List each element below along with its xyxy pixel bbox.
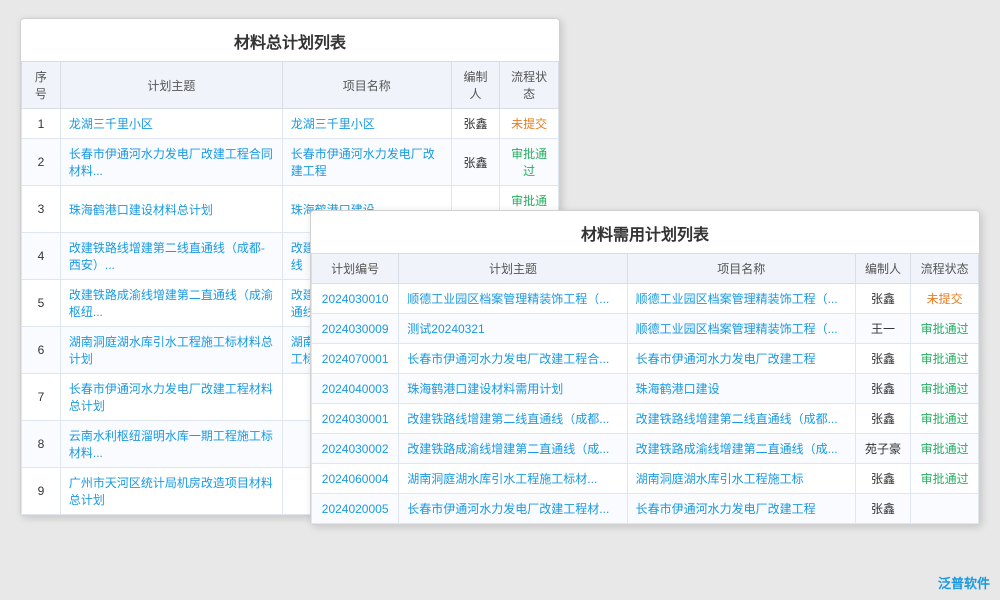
table2-cell-1: 湖南洞庭湖水库引水工程施工标材... (399, 464, 627, 494)
table2-cell-4: 审批通过 (911, 314, 979, 344)
table1-cell-1: 珠海鹤港口建设材料总计划 (60, 186, 282, 233)
table-row[interactable]: 2024030010顺德工业园区档案管理精装饰工程（...顺德工业园区档案管理精… (312, 284, 979, 314)
table1-cell-2: 长春市伊通河水力发电厂改建工程 (282, 139, 451, 186)
table2-cell-2: 改建铁路线增建第二线直通线（成都... (627, 404, 855, 434)
table1-cell-0: 8 (22, 421, 61, 468)
table2-cell-0: 2024030001 (312, 404, 399, 434)
table1-cell-4: 审批通过 (500, 139, 559, 186)
table2-cell-1: 顺德工业园区档案管理精装饰工程（... (399, 284, 627, 314)
table-row[interactable]: 2024060004湖南洞庭湖水库引水工程施工标材...湖南洞庭湖水库引水工程施… (312, 464, 979, 494)
table2-cell-0: 2024070001 (312, 344, 399, 374)
table2-cell-0: 2024060004 (312, 464, 399, 494)
table1-cell-1: 云南水利枢纽溜明水库一期工程施工标材料... (60, 421, 282, 468)
table2-cell-0: 2024030010 (312, 284, 399, 314)
table2-cell-1: 测试20240321 (399, 314, 627, 344)
table-row[interactable]: 2024030009测试20240321顺德工业园区档案管理精装饰工程（...王… (312, 314, 979, 344)
table2-cell-3: 张鑫 (855, 344, 910, 374)
table-row[interactable]: 2024030001改建铁路线增建第二线直通线（成都...改建铁路线增建第二线直… (312, 404, 979, 434)
table2-cell-3: 张鑫 (855, 374, 910, 404)
table2-cell-4: 审批通过 (911, 344, 979, 374)
table2-cell-4: 审批通过 (911, 434, 979, 464)
table1-title: 材料总计划列表 (21, 19, 559, 61)
table1-cell-4: 未提交 (500, 109, 559, 139)
watermark: 泛普软件 (938, 573, 990, 592)
table-row[interactable]: 1龙湖三千里小区龙湖三千里小区张鑫未提交 (22, 109, 559, 139)
table2: 计划编号 计划主题 项目名称 编制人 流程状态 2024030010顺德工业园区… (311, 253, 979, 524)
table2-container: 材料需用计划列表 计划编号 计划主题 项目名称 编制人 流程状态 2024030… (310, 210, 980, 525)
table1-cell-1: 长春市伊通河水力发电厂改建工程合同材料... (60, 139, 282, 186)
table2-cell-4: 审批通过 (911, 404, 979, 434)
table1-cell-3: 张鑫 (451, 139, 500, 186)
table2-cell-4: 审批通过 (911, 464, 979, 494)
table1-cell-0: 7 (22, 374, 61, 421)
table2-cell-1: 长春市伊通河水力发电厂改建工程材... (399, 494, 627, 524)
table1-cell-0: 1 (22, 109, 61, 139)
table2-cell-0: 2024030009 (312, 314, 399, 344)
table1-cell-3: 张鑫 (451, 109, 500, 139)
table1-cell-0: 6 (22, 327, 61, 374)
table2-cell-4: 未提交 (911, 284, 979, 314)
table1-cell-0: 3 (22, 186, 61, 233)
table2-cell-4 (911, 494, 979, 524)
table-row[interactable]: 2024020005长春市伊通河水力发电厂改建工程材...长春市伊通河水力发电厂… (312, 494, 979, 524)
table2-col-status: 流程状态 (911, 254, 979, 284)
table1-cell-0: 2 (22, 139, 61, 186)
table2-cell-0: 2024030002 (312, 434, 399, 464)
table1-col-id: 序号 (22, 62, 61, 109)
table1-cell-0: 5 (22, 280, 61, 327)
table1-cell-1: 长春市伊通河水力发电厂改建工程材料总计划 (60, 374, 282, 421)
table1-cell-1: 改建铁路线增建第二线直通线（成都-西安）... (60, 233, 282, 280)
table2-cell-2: 长春市伊通河水力发电厂改建工程 (627, 494, 855, 524)
table1-col-status: 流程状态 (500, 62, 559, 109)
table2-cell-3: 王一 (855, 314, 910, 344)
table2-cell-4: 审批通过 (911, 374, 979, 404)
table2-cell-3: 张鑫 (855, 494, 910, 524)
table-row[interactable]: 2024040003珠海鹤港口建设材料需用计划珠海鹤港口建设张鑫审批通过 (312, 374, 979, 404)
table2-cell-1: 珠海鹤港口建设材料需用计划 (399, 374, 627, 404)
table2-col-editor: 编制人 (855, 254, 910, 284)
table1-header-row: 序号 计划主题 项目名称 编制人 流程状态 (22, 62, 559, 109)
table-row[interactable]: 2024030002改建铁路成渝线增建第二直通线（成...改建铁路成渝线增建第二… (312, 434, 979, 464)
table2-cell-2: 顺德工业园区档案管理精装饰工程（... (627, 314, 855, 344)
table2-cell-2: 长春市伊通河水力发电厂改建工程 (627, 344, 855, 374)
table2-cell-1: 改建铁路线增建第二线直通线（成都... (399, 404, 627, 434)
table2-cell-3: 张鑫 (855, 404, 910, 434)
table2-cell-2: 珠海鹤港口建设 (627, 374, 855, 404)
table2-title: 材料需用计划列表 (311, 211, 979, 253)
table1-cell-2: 龙湖三千里小区 (282, 109, 451, 139)
table2-cell-3: 张鑫 (855, 284, 910, 314)
table2-col-project: 项目名称 (627, 254, 855, 284)
table1-cell-0: 9 (22, 468, 61, 515)
table2-cell-3: 苑子豪 (855, 434, 910, 464)
table2-header-row: 计划编号 计划主题 项目名称 编制人 流程状态 (312, 254, 979, 284)
table-row[interactable]: 2长春市伊通河水力发电厂改建工程合同材料...长春市伊通河水力发电厂改建工程张鑫… (22, 139, 559, 186)
table2-col-code: 计划编号 (312, 254, 399, 284)
table-row[interactable]: 2024070001长春市伊通河水力发电厂改建工程合...长春市伊通河水力发电厂… (312, 344, 979, 374)
table1-col-project: 项目名称 (282, 62, 451, 109)
table1-cell-1: 湖南洞庭湖水库引水工程施工标材料总计划 (60, 327, 282, 374)
table2-cell-0: 2024020005 (312, 494, 399, 524)
table1-col-theme: 计划主题 (60, 62, 282, 109)
table2-cell-2: 湖南洞庭湖水库引水工程施工标 (627, 464, 855, 494)
table1-cell-1: 广州市天河区统计局机房改造项目材料总计划 (60, 468, 282, 515)
table2-cell-3: 张鑫 (855, 464, 910, 494)
table1-cell-1: 龙湖三千里小区 (60, 109, 282, 139)
table1-col-editor: 编制人 (451, 62, 500, 109)
table2-cell-1: 改建铁路成渝线增建第二直通线（成... (399, 434, 627, 464)
table2-cell-0: 2024040003 (312, 374, 399, 404)
table2-col-theme: 计划主题 (399, 254, 627, 284)
table1-cell-1: 改建铁路成渝线增建第二直通线（成渝枢纽... (60, 280, 282, 327)
table2-cell-1: 长春市伊通河水力发电厂改建工程合... (399, 344, 627, 374)
table2-cell-2: 改建铁路成渝线增建第二直通线（成... (627, 434, 855, 464)
table2-cell-2: 顺德工业园区档案管理精装饰工程（... (627, 284, 855, 314)
table1-cell-0: 4 (22, 233, 61, 280)
